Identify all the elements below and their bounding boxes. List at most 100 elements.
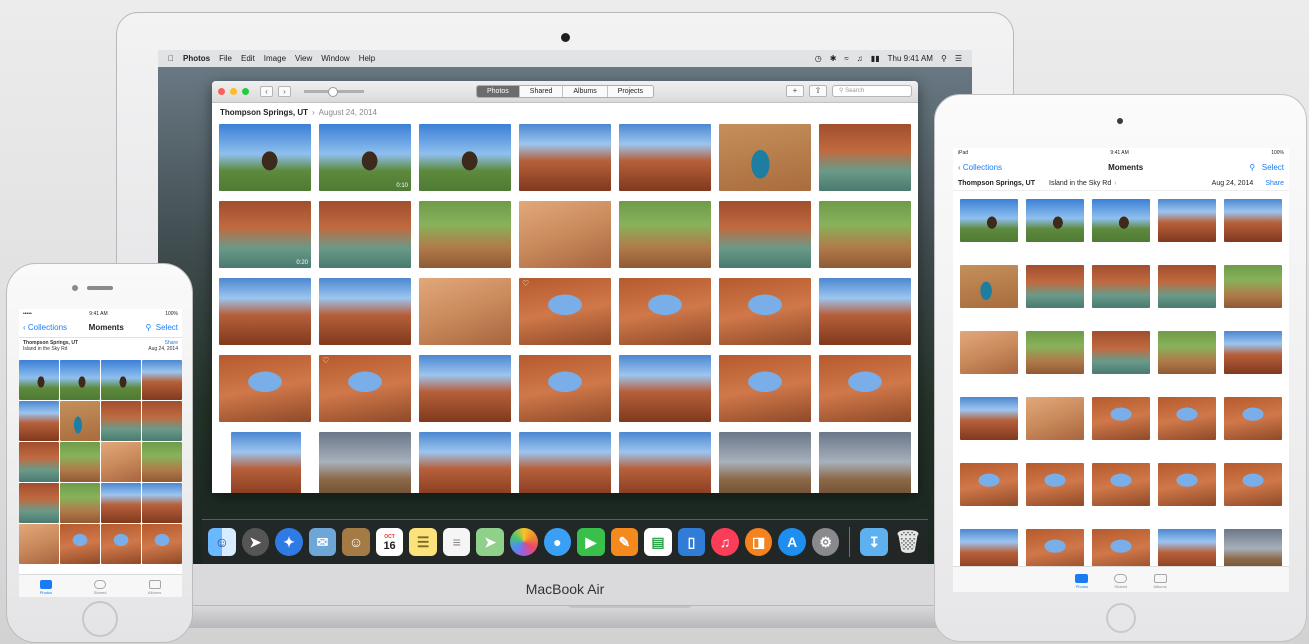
- tab-shared[interactable]: Shared: [519, 86, 564, 97]
- photo-thumbnail[interactable]: [1092, 331, 1150, 374]
- photo-thumbnail[interactable]: [1026, 397, 1084, 440]
- menu-view[interactable]: View: [295, 54, 312, 63]
- menu-image[interactable]: Image: [264, 54, 286, 63]
- app-store-icon[interactable]: A: [778, 528, 806, 556]
- tab-photos[interactable]: Photos: [477, 86, 520, 97]
- tab-albums[interactable]: Albums: [1153, 574, 1167, 589]
- photo-thumbnail[interactable]: 0:20: [219, 201, 311, 268]
- photos-icon[interactable]: [509, 528, 538, 556]
- maps-icon[interactable]: ➤: [476, 528, 504, 556]
- photo-thumbnail[interactable]: [1092, 265, 1150, 308]
- share-icon[interactable]: ⇧: [809, 85, 827, 97]
- forward-button[interactable]: ›: [278, 86, 291, 97]
- photo-thumbnail[interactable]: [19, 442, 59, 482]
- photo-thumbnail[interactable]: [419, 355, 511, 422]
- photo-thumbnail[interactable]: ♡: [519, 278, 611, 345]
- tab-shared[interactable]: Shared: [1114, 574, 1128, 589]
- pages-icon[interactable]: ✎: [610, 528, 639, 556]
- photo-thumbnail[interactable]: [219, 278, 311, 345]
- photo-thumbnail[interactable]: [1026, 331, 1084, 374]
- ibooks-icon[interactable]: ◨: [744, 528, 773, 556]
- photo-thumbnail[interactable]: [419, 201, 511, 268]
- select-button[interactable]: Select: [156, 323, 178, 332]
- menu-edit[interactable]: Edit: [241, 54, 255, 63]
- photo-thumbnail[interactable]: [1158, 199, 1216, 242]
- photo-thumbnail[interactable]: [142, 401, 182, 441]
- tab-albums[interactable]: Albums: [148, 580, 161, 595]
- photo-thumbnail[interactable]: [819, 278, 911, 345]
- photo-thumbnail[interactable]: [1026, 463, 1084, 506]
- photo-thumbnail[interactable]: [60, 360, 100, 400]
- photo-thumbnail[interactable]: [1158, 463, 1216, 506]
- photo-thumbnail[interactable]: ♡: [319, 355, 411, 422]
- notes-icon[interactable]: ☰: [409, 528, 437, 556]
- photo-thumbnail[interactable]: [101, 401, 141, 441]
- photo-thumbnail[interactable]: [619, 201, 711, 268]
- menu-window[interactable]: Window: [321, 54, 349, 63]
- photo-thumbnail[interactable]: [960, 397, 1018, 440]
- photo-thumbnail[interactable]: [960, 199, 1018, 242]
- tab-photos[interactable]: Photos: [40, 580, 52, 595]
- photo-thumbnail[interactable]: [101, 483, 141, 523]
- spotlight-icon[interactable]: ⚲: [941, 54, 947, 63]
- close-button[interactable]: [218, 88, 225, 95]
- photo-thumbnail[interactable]: [60, 524, 100, 564]
- photo-thumbnail[interactable]: [619, 355, 711, 422]
- photo-thumbnail[interactable]: [319, 278, 411, 345]
- photo-thumbnail[interactable]: [1224, 199, 1282, 242]
- menu-file[interactable]: File: [219, 54, 232, 63]
- search-field[interactable]: ⚲ Search: [832, 85, 912, 97]
- bluetooth-icon[interactable]: ✱: [830, 54, 837, 63]
- photo-thumbnail[interactable]: [819, 355, 911, 422]
- photo-thumbnail[interactable]: [319, 432, 411, 493]
- photo-thumbnail[interactable]: [1092, 463, 1150, 506]
- photo-thumbnail[interactable]: [719, 355, 811, 422]
- downloads-folder-icon[interactable]: ↧: [860, 528, 888, 556]
- photo-thumbnail[interactable]: [142, 524, 182, 564]
- contacts-icon[interactable]: ☺: [342, 528, 370, 556]
- trash-icon[interactable]: 🗑: [894, 528, 922, 556]
- add-button[interactable]: +: [786, 85, 804, 97]
- apple-icon[interactable]: : [168, 54, 174, 63]
- menu-app-name[interactable]: Photos: [183, 54, 210, 63]
- photo-thumbnail[interactable]: [519, 355, 611, 422]
- photo-thumbnail[interactable]: [1026, 265, 1084, 308]
- zoom-slider[interactable]: [304, 87, 364, 97]
- photo-thumbnail[interactable]: [219, 124, 311, 191]
- select-button[interactable]: Select: [1262, 163, 1284, 172]
- calendar-icon[interactable]: OCT 16: [375, 528, 404, 556]
- photo-thumbnail[interactable]: [1026, 199, 1084, 242]
- launchpad-icon[interactable]: ➤: [241, 528, 270, 556]
- photo-thumbnail[interactable]: [719, 278, 811, 345]
- photo-thumbnail[interactable]: [960, 463, 1018, 506]
- photo-thumbnail[interactable]: [1224, 397, 1282, 440]
- tab-photos[interactable]: Photos: [1075, 574, 1089, 589]
- photo-thumbnail[interactable]: [19, 360, 59, 400]
- photo-thumbnail[interactable]: [1092, 199, 1150, 242]
- collections-back-button[interactable]: ‹ Collections: [958, 163, 1002, 172]
- photo-thumbnail[interactable]: [1224, 463, 1282, 506]
- photo-thumbnail[interactable]: [219, 355, 311, 422]
- photo-thumbnail[interactable]: [519, 124, 611, 191]
- reminders-icon[interactable]: ≡: [442, 528, 471, 556]
- photo-thumbnail[interactable]: [1158, 331, 1216, 374]
- photo-thumbnail[interactable]: 0:10: [319, 124, 411, 191]
- photo-thumbnail[interactable]: [142, 442, 182, 482]
- photo-thumbnail[interactable]: [1092, 397, 1150, 440]
- photo-thumbnail[interactable]: [19, 524, 59, 564]
- photo-thumbnail[interactable]: [719, 124, 811, 191]
- photo-thumbnail[interactable]: [419, 432, 511, 493]
- home-button[interactable]: [1106, 603, 1136, 633]
- photo-thumbnail[interactable]: [142, 483, 182, 523]
- photo-thumbnail[interactable]: [101, 360, 141, 400]
- photo-thumbnail[interactable]: [619, 432, 711, 493]
- menu-help[interactable]: Help: [359, 54, 375, 63]
- photo-thumbnail[interactable]: [1158, 397, 1216, 440]
- itunes-icon[interactable]: ♫: [711, 528, 739, 556]
- notification-center-icon[interactable]: ☰: [955, 54, 962, 63]
- photo-thumbnail[interactable]: [819, 124, 911, 191]
- zoom-button[interactable]: [242, 88, 249, 95]
- photo-thumbnail[interactable]: [719, 432, 811, 493]
- photo-thumbnail[interactable]: [60, 401, 100, 441]
- photo-thumbnail[interactable]: [619, 124, 711, 191]
